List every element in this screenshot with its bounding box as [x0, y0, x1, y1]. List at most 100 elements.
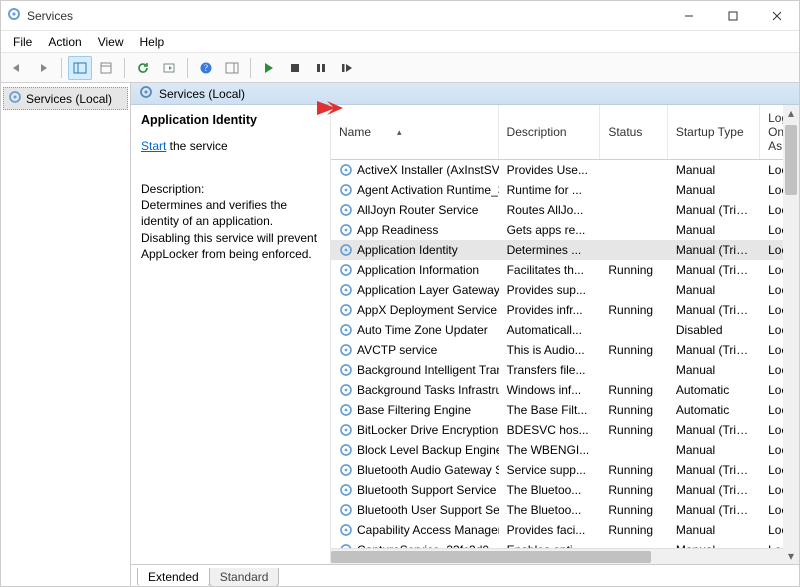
stop-service-button[interactable]	[283, 56, 307, 80]
cell-status: Running	[600, 503, 667, 517]
restart-service-button[interactable]	[335, 56, 359, 80]
cell-name: AppX Deployment Service (A...	[331, 303, 499, 317]
service-row[interactable]: Bluetooth Support ServiceThe Bluetoo...R…	[331, 480, 799, 500]
cell-description: Provides sup...	[499, 283, 601, 297]
cell-name: Base Filtering Engine	[331, 403, 499, 417]
cell-status: Running	[600, 523, 667, 537]
view-tabs: Extended Standard	[131, 564, 799, 586]
forward-button[interactable]	[31, 56, 55, 80]
service-row[interactable]: Background Tasks Infrastruc...Windows in…	[331, 380, 799, 400]
menu-file[interactable]: File	[5, 33, 40, 51]
cell-name: Bluetooth User Support Serv...	[331, 503, 499, 517]
service-row[interactable]: Auto Time Zone UpdaterAutomaticall...Dis…	[331, 320, 799, 340]
scroll-thumb[interactable]	[785, 125, 797, 195]
cell-description: The Bluetoo...	[499, 483, 601, 497]
start-service-button[interactable]	[257, 56, 281, 80]
properties-button[interactable]	[94, 56, 118, 80]
console-tree: Services (Local)	[1, 83, 131, 586]
cell-name: Background Intelligent Tran...	[331, 363, 499, 377]
cell-status: Running	[600, 343, 667, 357]
cell-description: Transfers file...	[499, 363, 601, 377]
cell-description: The WBENGI...	[499, 443, 601, 457]
show-hide-tree-button[interactable]	[68, 56, 92, 80]
refresh-button[interactable]	[131, 56, 155, 80]
service-row[interactable]: AVCTP serviceThis is Audio...RunningManu…	[331, 340, 799, 360]
cell-description: The Base Filt...	[499, 403, 601, 417]
menubar: File Action View Help	[1, 31, 799, 53]
separator	[187, 58, 188, 78]
toolbar: ?	[1, 53, 799, 83]
tree-node-services-local[interactable]: Services (Local)	[3, 87, 128, 110]
service-row[interactable]: Bluetooth User Support Serv...The Blueto…	[331, 500, 799, 520]
cell-status: Running	[600, 483, 667, 497]
menu-view[interactable]: View	[90, 33, 132, 51]
horizontal-scrollbar[interactable]	[331, 548, 799, 564]
detail-title: Application Identity	[141, 113, 320, 127]
cell-description: Windows inf...	[499, 383, 601, 397]
export-list-button[interactable]	[157, 56, 181, 80]
service-row[interactable]: BitLocker Drive Encryption S...BDESVC ho…	[331, 420, 799, 440]
cell-startup: Disabled	[668, 323, 760, 337]
service-row[interactable]: Capability Access Manager S...Provides f…	[331, 520, 799, 540]
cell-startup: Automatic	[668, 403, 760, 417]
show-hide-action-pane-button[interactable]	[220, 56, 244, 80]
cell-description: Service supp...	[499, 463, 601, 477]
vertical-scrollbar[interactable]: ▴ ▾	[783, 105, 799, 564]
titlebar: Services	[1, 1, 799, 31]
service-row[interactable]: Background Intelligent Tran...Transfers …	[331, 360, 799, 380]
cell-name: AVCTP service	[331, 343, 499, 357]
pause-service-button[interactable]	[309, 56, 333, 80]
services-icon	[7, 7, 21, 24]
service-row[interactable]: ActiveX Installer (AxInstSV)Provides Use…	[331, 160, 799, 180]
service-row[interactable]: Application Layer Gateway S...Provides s…	[331, 280, 799, 300]
service-row[interactable]: AllJoyn Router ServiceRoutes AllJo...Man…	[331, 200, 799, 220]
col-status[interactable]: Status	[600, 105, 668, 159]
start-service-line: Start the service	[141, 139, 320, 153]
service-row[interactable]: Bluetooth Audio Gateway Se...Service sup…	[331, 460, 799, 480]
service-row[interactable]: Block Level Backup Engine S...The WBENGI…	[331, 440, 799, 460]
tab-standard[interactable]: Standard	[209, 568, 280, 586]
service-row[interactable]: App ReadinessGets apps re...ManualLoc	[331, 220, 799, 240]
start-tail: the service	[166, 139, 227, 153]
cell-startup: Manual	[668, 223, 760, 237]
col-description[interactable]: Description	[499, 105, 601, 159]
tab-extended[interactable]: Extended	[137, 568, 210, 586]
svg-text:?: ?	[204, 63, 208, 73]
red-arrow-annotation	[315, 105, 345, 119]
cell-name: Capability Access Manager S...	[331, 523, 499, 537]
cell-startup: Manual	[668, 283, 760, 297]
service-row[interactable]: Agent Activation Runtime_3...Runtime for…	[331, 180, 799, 200]
menu-help[interactable]: Help	[132, 33, 173, 51]
cell-startup: Manual (Trigg...	[668, 303, 760, 317]
cell-name: Agent Activation Runtime_3...	[331, 183, 499, 197]
help-button[interactable]: ?	[194, 56, 218, 80]
separator	[250, 58, 251, 78]
cell-name: Bluetooth Support Service	[331, 483, 499, 497]
cell-startup: Manual	[668, 163, 760, 177]
service-row[interactable]: Application IdentityDetermines ...Manual…	[331, 240, 799, 260]
service-row[interactable]: CaptureService_33fc3d0Enables opti...Man…	[331, 540, 799, 548]
service-row[interactable]: Application InformationFacilitates th...…	[331, 260, 799, 280]
cell-description: Runtime for ...	[499, 183, 601, 197]
cell-status: Running	[600, 403, 667, 417]
col-startup[interactable]: Startup Type	[668, 105, 760, 159]
content-split: Application Identity Start the service D…	[131, 105, 799, 564]
cell-name: AllJoyn Router Service	[331, 203, 499, 217]
cell-startup: Manual	[668, 183, 760, 197]
list-body[interactable]: ActiveX Installer (AxInstSV)Provides Use…	[331, 160, 799, 548]
service-row[interactable]: Base Filtering EngineThe Base Filt...Run…	[331, 400, 799, 420]
scroll-thumb[interactable]	[331, 551, 651, 563]
maximize-button[interactable]	[711, 1, 755, 31]
start-link[interactable]: Start	[141, 139, 166, 153]
service-row[interactable]: AppX Deployment Service (A...Provides in…	[331, 300, 799, 320]
minimize-button[interactable]	[667, 1, 711, 31]
scroll-down-icon[interactable]: ▾	[783, 548, 799, 564]
cell-name: Background Tasks Infrastruc...	[331, 383, 499, 397]
col-desc-label: Description	[507, 125, 567, 139]
close-button[interactable]	[755, 1, 799, 31]
cell-name: Application Layer Gateway S...	[331, 283, 499, 297]
back-button[interactable]	[5, 56, 29, 80]
menu-action[interactable]: Action	[40, 33, 89, 51]
col-name[interactable]: Name▴	[331, 105, 499, 159]
scroll-up-icon[interactable]: ▴	[783, 105, 799, 121]
